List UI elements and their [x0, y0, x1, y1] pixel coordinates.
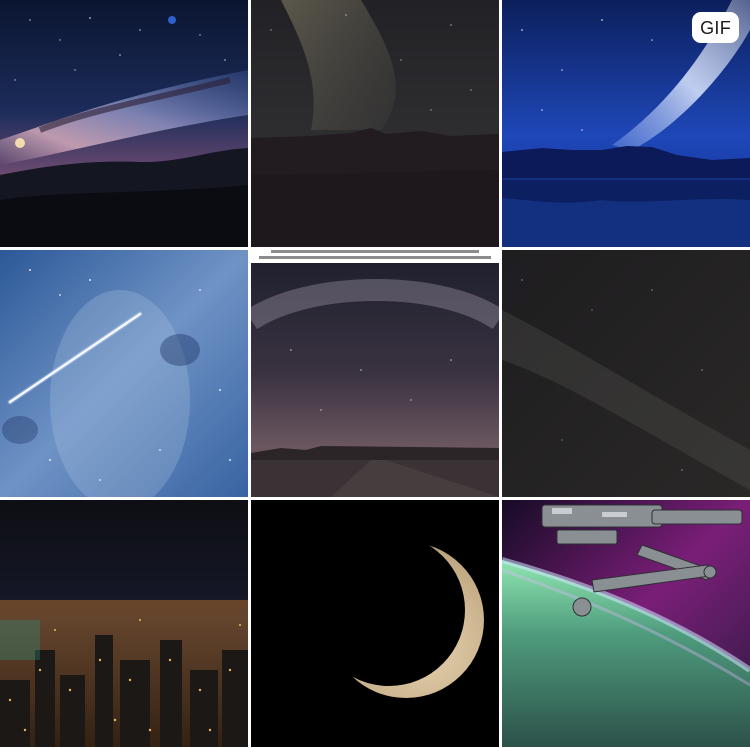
photo-thumbnail[interactable]	[0, 500, 248, 747]
milky-way-arc-photo	[251, 250, 499, 497]
city-lights-photo	[0, 500, 248, 747]
photo-thumbnail[interactable]	[502, 250, 750, 497]
photo-thumbnail[interactable]: GIF	[502, 0, 750, 247]
photo-thumbnail[interactable]	[0, 250, 248, 497]
crescent-moon-photo	[251, 500, 499, 747]
photo-thumbnail[interactable]	[251, 500, 499, 747]
photo-thumbnail[interactable]	[502, 500, 750, 747]
photo-thumbnail[interactable]	[0, 0, 248, 247]
dark-sky-photo	[502, 250, 750, 497]
milky-way-forest-photo	[251, 0, 499, 247]
gif-badge: GIF	[692, 12, 739, 43]
space-station-aurora-photo	[502, 500, 750, 747]
stacked-album-indicator	[251, 250, 499, 263]
photo-grid: GIF	[0, 0, 750, 748]
photo-thumbnail[interactable]	[251, 0, 499, 247]
meteor-photo	[0, 250, 248, 497]
milky-way-photo	[0, 0, 248, 247]
photo-thumbnail-stacked[interactable]	[251, 250, 499, 497]
